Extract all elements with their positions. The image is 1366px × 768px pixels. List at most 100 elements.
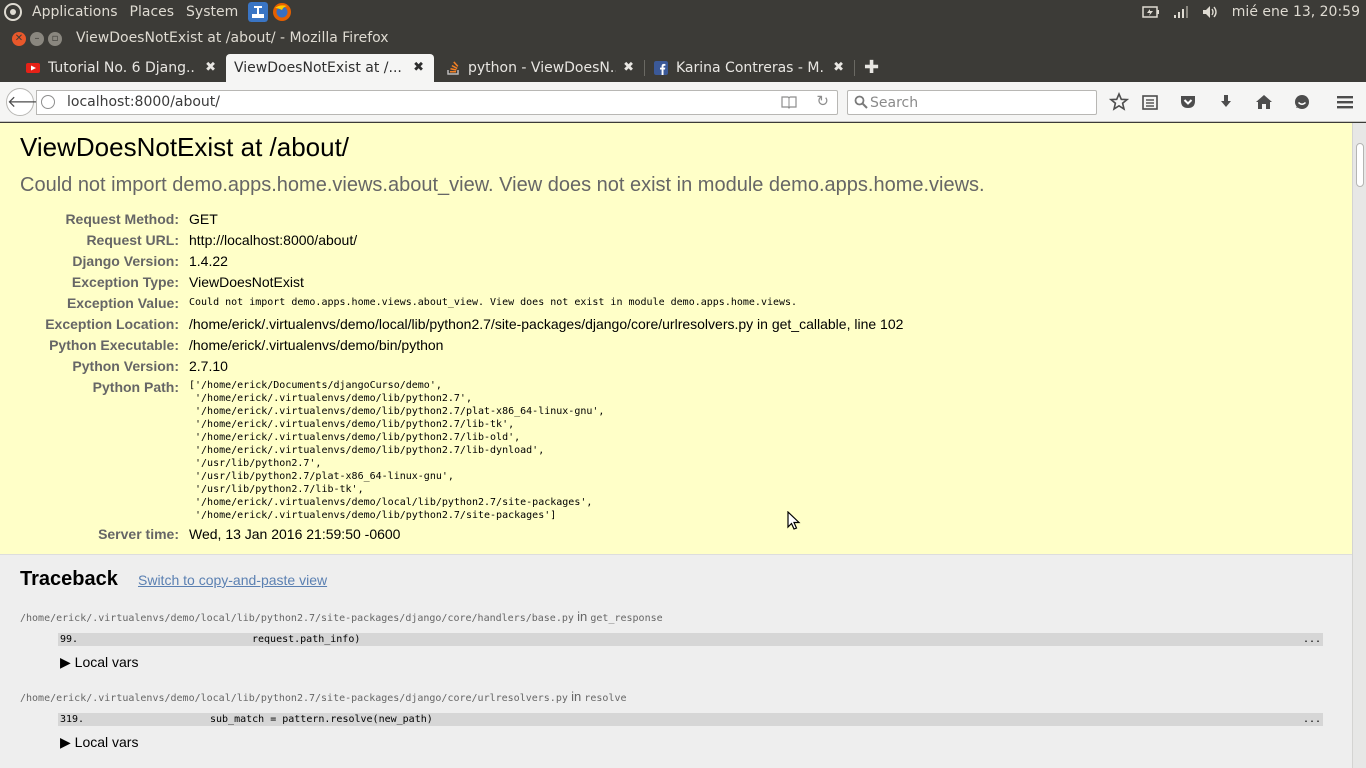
tab-title: python - ViewDoesN... xyxy=(468,60,616,76)
python-path-entry: '/home/erick/.virtualenvs/demo/lib/pytho… xyxy=(189,510,557,521)
meta-value: GET xyxy=(189,211,218,227)
meta-value: http://localhost:8000/about/ xyxy=(189,232,358,248)
close-icon: ✕ xyxy=(14,33,24,44)
panel-menus: Applications Places System xyxy=(0,0,292,24)
pocket-icon[interactable] xyxy=(1178,92,1198,112)
battery-icon[interactable] xyxy=(1142,5,1160,19)
meta-key: Django Version: xyxy=(72,253,179,269)
navigation-toolbar: 🡐 localhost:8000/about/ ↻ xyxy=(0,82,1366,122)
minimize-icon: – xyxy=(34,33,40,44)
panel-clock[interactable]: mié ene 13, 20:59 xyxy=(1232,4,1360,20)
meta-value: 1.4.22 xyxy=(189,253,228,269)
page-content[interactable]: ViewDoesNotExist at /about/ Could not im… xyxy=(0,123,1352,768)
frame-file: /home/erick/.virtualenvs/demo/local/lib/… xyxy=(20,693,568,704)
frame-function: get_response xyxy=(590,613,663,624)
bookmarks-menu-icon[interactable] xyxy=(1140,92,1160,112)
tab-title: ViewDoesNotExist at /... xyxy=(234,60,402,76)
tab-stackoverflow[interactable]: python - ViewDoesN... ✖ xyxy=(434,54,644,82)
meta-key: Server time: xyxy=(98,526,179,542)
mouse-cursor-icon xyxy=(787,511,801,530)
meta-key: Exception Location: xyxy=(45,316,179,332)
new-tab-button[interactable]: ✚ xyxy=(864,57,879,78)
python-path-list: ['/home/erick/Documents/djangoCurso/demo… xyxy=(189,379,604,522)
python-path-entry: '/home/erick/.virtualenvs/demo/lib/pytho… xyxy=(189,445,545,456)
menu-places[interactable]: Places xyxy=(124,0,181,24)
frame-context-line[interactable]: 99. request.path_info) ... xyxy=(58,633,1323,646)
window-title: ViewDoesNotExist at /about/ - Mozilla Fi… xyxy=(76,30,389,46)
window-maximize-button[interactable]: ▫ xyxy=(48,32,62,46)
local-vars-toggle[interactable]: ▶ Local vars xyxy=(60,734,138,751)
tab-close-icon[interactable]: ✖ xyxy=(413,60,424,76)
tab-facebook[interactable]: Karina Contreras - M... ✖ xyxy=(644,54,854,82)
python-path-entry: '/home/erick/.virtualenvs/demo/lib/pytho… xyxy=(189,432,521,443)
volume-icon[interactable] xyxy=(1202,5,1220,19)
facebook-favicon-icon xyxy=(654,61,668,75)
tab-title: Tutorial No. 6 Djang... xyxy=(48,60,196,76)
youtube-favicon-icon xyxy=(26,63,40,73)
hello-chat-icon[interactable] xyxy=(1292,92,1312,112)
site-info-icon[interactable] xyxy=(41,95,55,109)
tab-close-icon[interactable]: ✖ xyxy=(205,60,216,76)
meta-value: /home/erick/.virtualenvs/demo/local/lib/… xyxy=(189,316,904,332)
python-path-entry: '/home/erick/.virtualenvs/demo/lib/pytho… xyxy=(189,393,472,404)
tab-title: Karina Contreras - M... xyxy=(676,60,824,76)
scrollbar-thumb[interactable] xyxy=(1356,143,1364,187)
traceback-title: Traceback xyxy=(20,568,118,590)
frame-path: /home/erick/.virtualenvs/demo/local/lib/… xyxy=(20,689,627,704)
menu-system[interactable]: System xyxy=(180,0,244,24)
meta-value: Wed, 13 Jan 2016 21:59:50 -0600 xyxy=(189,526,401,542)
tab-close-icon[interactable]: ✖ xyxy=(623,60,634,76)
line-code: request.path_info) xyxy=(252,634,361,645)
tab-active-viewdoesnotexist[interactable]: ViewDoesNotExist at /... ✖ xyxy=(226,54,434,82)
url-bar[interactable]: localhost:8000/about/ ↻ xyxy=(36,90,838,115)
window-titlebar[interactable]: ✕ – ▫ ViewDoesNotExist at /about/ - Mozi… xyxy=(0,24,1366,54)
python-path-entry: '/usr/lib/python2.7/lib-tk', xyxy=(189,484,364,495)
stackoverflow-favicon-icon xyxy=(447,61,459,75)
menu-applications[interactable]: Applications xyxy=(26,0,124,24)
search-bar[interactable] xyxy=(847,90,1097,115)
meta-key: Exception Value: xyxy=(66,295,179,311)
window-close-button[interactable]: ✕ xyxy=(12,32,26,46)
meta-value: /home/erick/.virtualenvs/demo/bin/python xyxy=(189,337,444,353)
frame-path: /home/erick/.virtualenvs/demo/local/lib/… xyxy=(20,609,663,624)
expand-context-button[interactable]: ... xyxy=(1303,713,1321,726)
error-subtitle: Could not import demo.apps.home.views.ab… xyxy=(20,174,985,196)
reload-icon[interactable]: ↻ xyxy=(816,92,829,110)
network-signal-icon[interactable] xyxy=(1172,5,1190,19)
firefox-launcher-icon[interactable] xyxy=(272,2,292,22)
tab-strip: Tutorial No. 6 Djang... ✖ ViewDoesNotExi… xyxy=(0,54,1366,82)
meta-value: Could not import demo.apps.home.views.ab… xyxy=(189,297,798,308)
traceback-section: Traceback Switch to copy-and-paste view … xyxy=(0,556,1352,768)
window-minimize-button[interactable]: – xyxy=(30,32,44,46)
frame-context-line[interactable]: 319. sub_match = pattern.resolve(new_pat… xyxy=(58,713,1323,726)
url-text[interactable]: localhost:8000/about/ xyxy=(67,94,220,110)
error-title: ViewDoesNotExist at /about/ xyxy=(20,132,350,162)
back-button[interactable]: 🡐 xyxy=(6,88,50,116)
local-vars-toggle[interactable]: ▶ Local vars xyxy=(60,654,138,671)
home-icon[interactable] xyxy=(1254,92,1274,112)
meta-key: Exception Type: xyxy=(71,274,179,290)
maximize-icon: ▫ xyxy=(51,33,59,44)
frame-function: resolve xyxy=(584,693,627,704)
network-launcher-icon[interactable] xyxy=(248,2,269,22)
tab-close-icon[interactable]: ✖ xyxy=(833,60,844,76)
ubuntu-logo-icon[interactable] xyxy=(4,3,22,21)
meta-key: Python Version: xyxy=(72,358,179,374)
bookmark-star-icon[interactable] xyxy=(1109,92,1129,112)
hamburger-menu-icon[interactable] xyxy=(1335,92,1355,112)
meta-key: Request URL: xyxy=(86,232,179,248)
switch-view-link[interactable]: Switch to copy-and-paste view xyxy=(138,572,327,588)
python-path-entry: '/usr/lib/python2.7', xyxy=(189,458,322,469)
tab-youtube[interactable]: Tutorial No. 6 Djang... ✖ xyxy=(6,54,226,82)
top-panel: Applications Places System mié ene 13, 2… xyxy=(0,0,1366,24)
search-input[interactable] xyxy=(870,93,1090,112)
search-icon[interactable] xyxy=(854,95,868,109)
line-number: 99. xyxy=(60,634,79,645)
reader-view-icon[interactable] xyxy=(781,95,797,109)
downloads-icon[interactable] xyxy=(1216,92,1236,112)
vertical-scrollbar[interactable] xyxy=(1352,123,1366,768)
frame-file: /home/erick/.virtualenvs/demo/local/lib/… xyxy=(20,613,574,624)
error-summary: ViewDoesNotExist at /about/ Could not im… xyxy=(0,123,1352,555)
meta-key: Request Method: xyxy=(65,211,179,227)
expand-context-button[interactable]: ... xyxy=(1303,633,1321,646)
